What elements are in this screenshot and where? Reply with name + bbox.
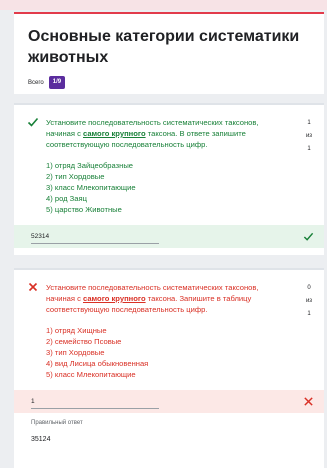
answer-input[interactable]: 52314: [31, 230, 159, 244]
question-text: Установите последовательность систематич…: [46, 283, 259, 314]
list-item: 5) класс Млекопитающие: [46, 370, 136, 379]
option-list: 1) отряд Хищные 2) семейство Псовые 3) т…: [14, 315, 324, 380]
question-text: Установите последовательность систематич…: [46, 118, 259, 149]
close-icon: [304, 397, 313, 406]
top-strip: [0, 0, 327, 10]
close-icon: [28, 282, 38, 292]
list-item: 3) тип Хордовые: [46, 348, 105, 357]
quiz-header-card: Основные категории систематики животных …: [14, 12, 324, 94]
score-total: 1: [307, 146, 311, 152]
answer-input[interactable]: 1: [31, 395, 159, 409]
score: 0 из 1: [302, 282, 316, 321]
list-item: 5) царство Животные: [46, 205, 122, 214]
list-item: 2) семейство Псовые: [46, 337, 122, 346]
option-list: 1) отряд Зайцеобразные 2) тип Хордовые 3…: [14, 150, 324, 215]
correct-answer-value: 35124: [31, 436, 51, 443]
question-counter: Всего 1/9: [28, 76, 310, 89]
question-card-1: Установите последовательность систематич…: [14, 103, 324, 255]
list-item: 1) отряд Зайцеобразные: [46, 161, 134, 170]
score: 1 из 1: [302, 117, 316, 156]
answer-band: 1: [14, 390, 324, 413]
answer-band: 52314: [14, 225, 324, 248]
score-of: из: [305, 133, 313, 139]
check-icon: [27, 117, 39, 127]
counter-label: Всего: [28, 79, 44, 86]
score-total: 1: [307, 311, 311, 317]
question-card-2: Установите последовательность систематич…: [14, 268, 324, 468]
list-item: 1) отряд Хищные: [46, 326, 107, 335]
list-item: 2) тип Хордовые: [46, 172, 105, 181]
page-title: Основные категории систематики животных: [28, 28, 300, 66]
counter-badge: 1/9: [48, 76, 66, 89]
correct-answer-label: Правильный ответ: [31, 420, 83, 426]
list-item: 4) род Заяц: [46, 194, 87, 203]
check-icon: [303, 232, 314, 241]
question-emphasis: самого крупного: [83, 294, 146, 303]
list-item: 4) вид Лисица обыкновенная: [46, 359, 149, 368]
score-earned: 0: [307, 285, 311, 291]
list-item: 3) класс Млекопитающие: [46, 183, 136, 192]
score-earned: 1: [307, 120, 311, 126]
score-of: из: [305, 298, 313, 304]
question-emphasis: самого крупного: [83, 129, 146, 138]
